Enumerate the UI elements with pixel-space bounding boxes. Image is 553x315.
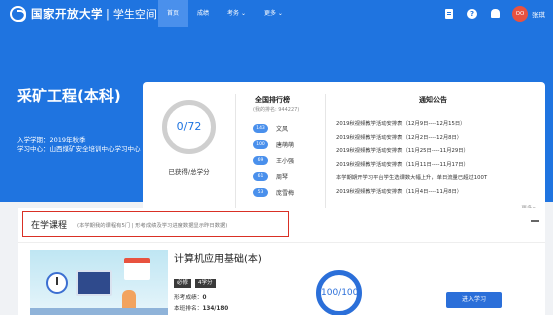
notice-link[interactable]: 2019秋视频教学活动安排表（12月9日----12月15日） [336,118,487,132]
notice-link[interactable]: 2019秋视频教学活动安排表（11月25日----11月29日） [336,145,487,159]
divider [235,94,236,210]
rank-name: 王小强 [276,157,295,165]
rank-badge: 69 [253,155,268,165]
brand-separator: | [106,7,110,21]
course-tags: 必修 4学分 [174,279,220,288]
notice-link[interactable]: 本学期期开学习平台学生选课数大幅上升，单日流量已超过100T [336,172,487,186]
credits-ring: 0/72 [162,100,216,154]
nav-item-exams[interactable]: 考务 ⌄ [218,0,255,27]
rank-badge: 100 [253,139,268,149]
ranking-row: 53 庞雪梅 [253,184,294,200]
notice-list: 2019秋视频教学活动安排表（12月9日----12月15日） 2019秋视频教… [336,118,487,199]
rank-name: 唐萌萌 [276,141,295,149]
monitor-icon [76,270,112,296]
my-rank: (我的排名: 944227) [253,107,300,113]
help-icon[interactable]: ? [467,8,477,19]
rank-name: 文风 [276,125,289,133]
enrollment-term: 入学学期：2019年秋季 [17,136,86,144]
courses-title: 在学课程 [31,221,68,231]
brand-subtitle: 学生空间 [112,8,157,21]
rank-badge: 53 [253,187,268,197]
credits-tag: 4学分 [195,279,216,288]
class-rank-value: 134/180 [202,306,229,312]
ranking-row: 61 周琴 [253,168,294,184]
class-rank-label: 本班排名： [174,306,203,312]
main-nav: 首页 成绩 考务 ⌄ 更多 ⌄ [158,0,292,27]
nav-item-more[interactable]: 更多 ⌄ [255,0,292,27]
current-courses-panel: 在学课程 (本学期我的课程有5门 | 形考成绩及学习进度数据显示昨日数据) 计算… [18,208,545,315]
avatar[interactable]: OO [512,5,528,22]
course-name[interactable]: 计算机应用基础(本) [174,250,262,265]
panel-divider [18,242,545,243]
progress-ring: 100/100 [316,270,362,315]
summary-card: 0/72 已获得/总学分 全国排行榜 (我的排名: 944227) 143 文风… [143,82,545,222]
user-toolbar: ? OO 张琪 [445,0,545,27]
notice-link[interactable]: 2019秋视频教学活动安排表（11月11日----11月17日） [336,159,487,173]
course-illustration[interactable] [30,250,168,315]
formative-score-value: 0 [202,295,207,301]
ranking-row: 100 唐萌萌 [253,136,294,152]
ranking-row: 143 文风 [253,120,294,136]
divider [325,94,326,210]
rank-name: 周琴 [276,173,289,181]
calendar-icon [124,258,150,280]
required-tag: 必修 [174,279,192,288]
brand[interactable]: 国家开放大学 | 学生空间 [10,5,157,23]
user-name[interactable]: 张琪 [532,9,545,19]
courses-header: 在学课程 (本学期我的课程有5门 | 形考成绩及学习进度数据显示昨日数据) [22,211,289,237]
collapse-icon[interactable] [531,220,539,222]
ranking-title: 全国排行榜 [255,96,290,104]
notice-title: 通知公告 [419,96,447,104]
program-title: 采矿工程(本科) [17,87,121,105]
ranking-list: 143 文风 100 唐萌萌 69 王小强 61 周琴 53 庞雪梅 [253,120,294,200]
courses-note: (本学期我的课程有5门 | 形考成绩及学习进度数据显示昨日数据) [77,223,228,229]
nav-item-home[interactable]: 首页 [158,0,189,27]
credits-label: 已获得/总学分 [168,168,210,176]
nav-item-grades[interactable]: 成绩 [188,0,218,27]
hero-banner: 采矿工程(本科) 入学学期：2019年秋季 学习中心：山西煤矿安全培训中心学习中… [0,27,553,222]
rank-badge: 61 [253,171,268,181]
document-icon[interactable] [445,8,453,19]
university-logo-icon [10,6,26,22]
enter-study-button[interactable]: 进入学习 [446,292,502,308]
formative-score: 形考成绩：0 [174,292,206,301]
notice-link[interactable]: 2019秋视频教学活动安排表（12月2日----12月8日） [336,132,487,146]
top-navigation-bar: 国家开放大学 | 学生空间 首页 成绩 考务 ⌄ 更多 ⌄ ? OO 张琪 [0,0,553,27]
ranking-row: 69 王小强 [253,152,294,168]
notice-link[interactable]: 2019秋视频教学活动安排表（11月4日----11月8日） [336,186,487,200]
bell-icon[interactable] [491,9,500,18]
desk-shape [30,308,168,315]
rank-badge: 143 [253,123,268,133]
study-center: 学习中心：山西煤矿安全培训中心学习中心 [17,145,141,153]
clock-icon [46,272,68,294]
class-rank: 本班排名：134/180 [174,303,228,312]
formative-score-label: 形考成绩： [174,295,203,301]
brand-name: 国家开放大学 [31,7,103,21]
rank-name: 庞雪梅 [276,189,295,197]
